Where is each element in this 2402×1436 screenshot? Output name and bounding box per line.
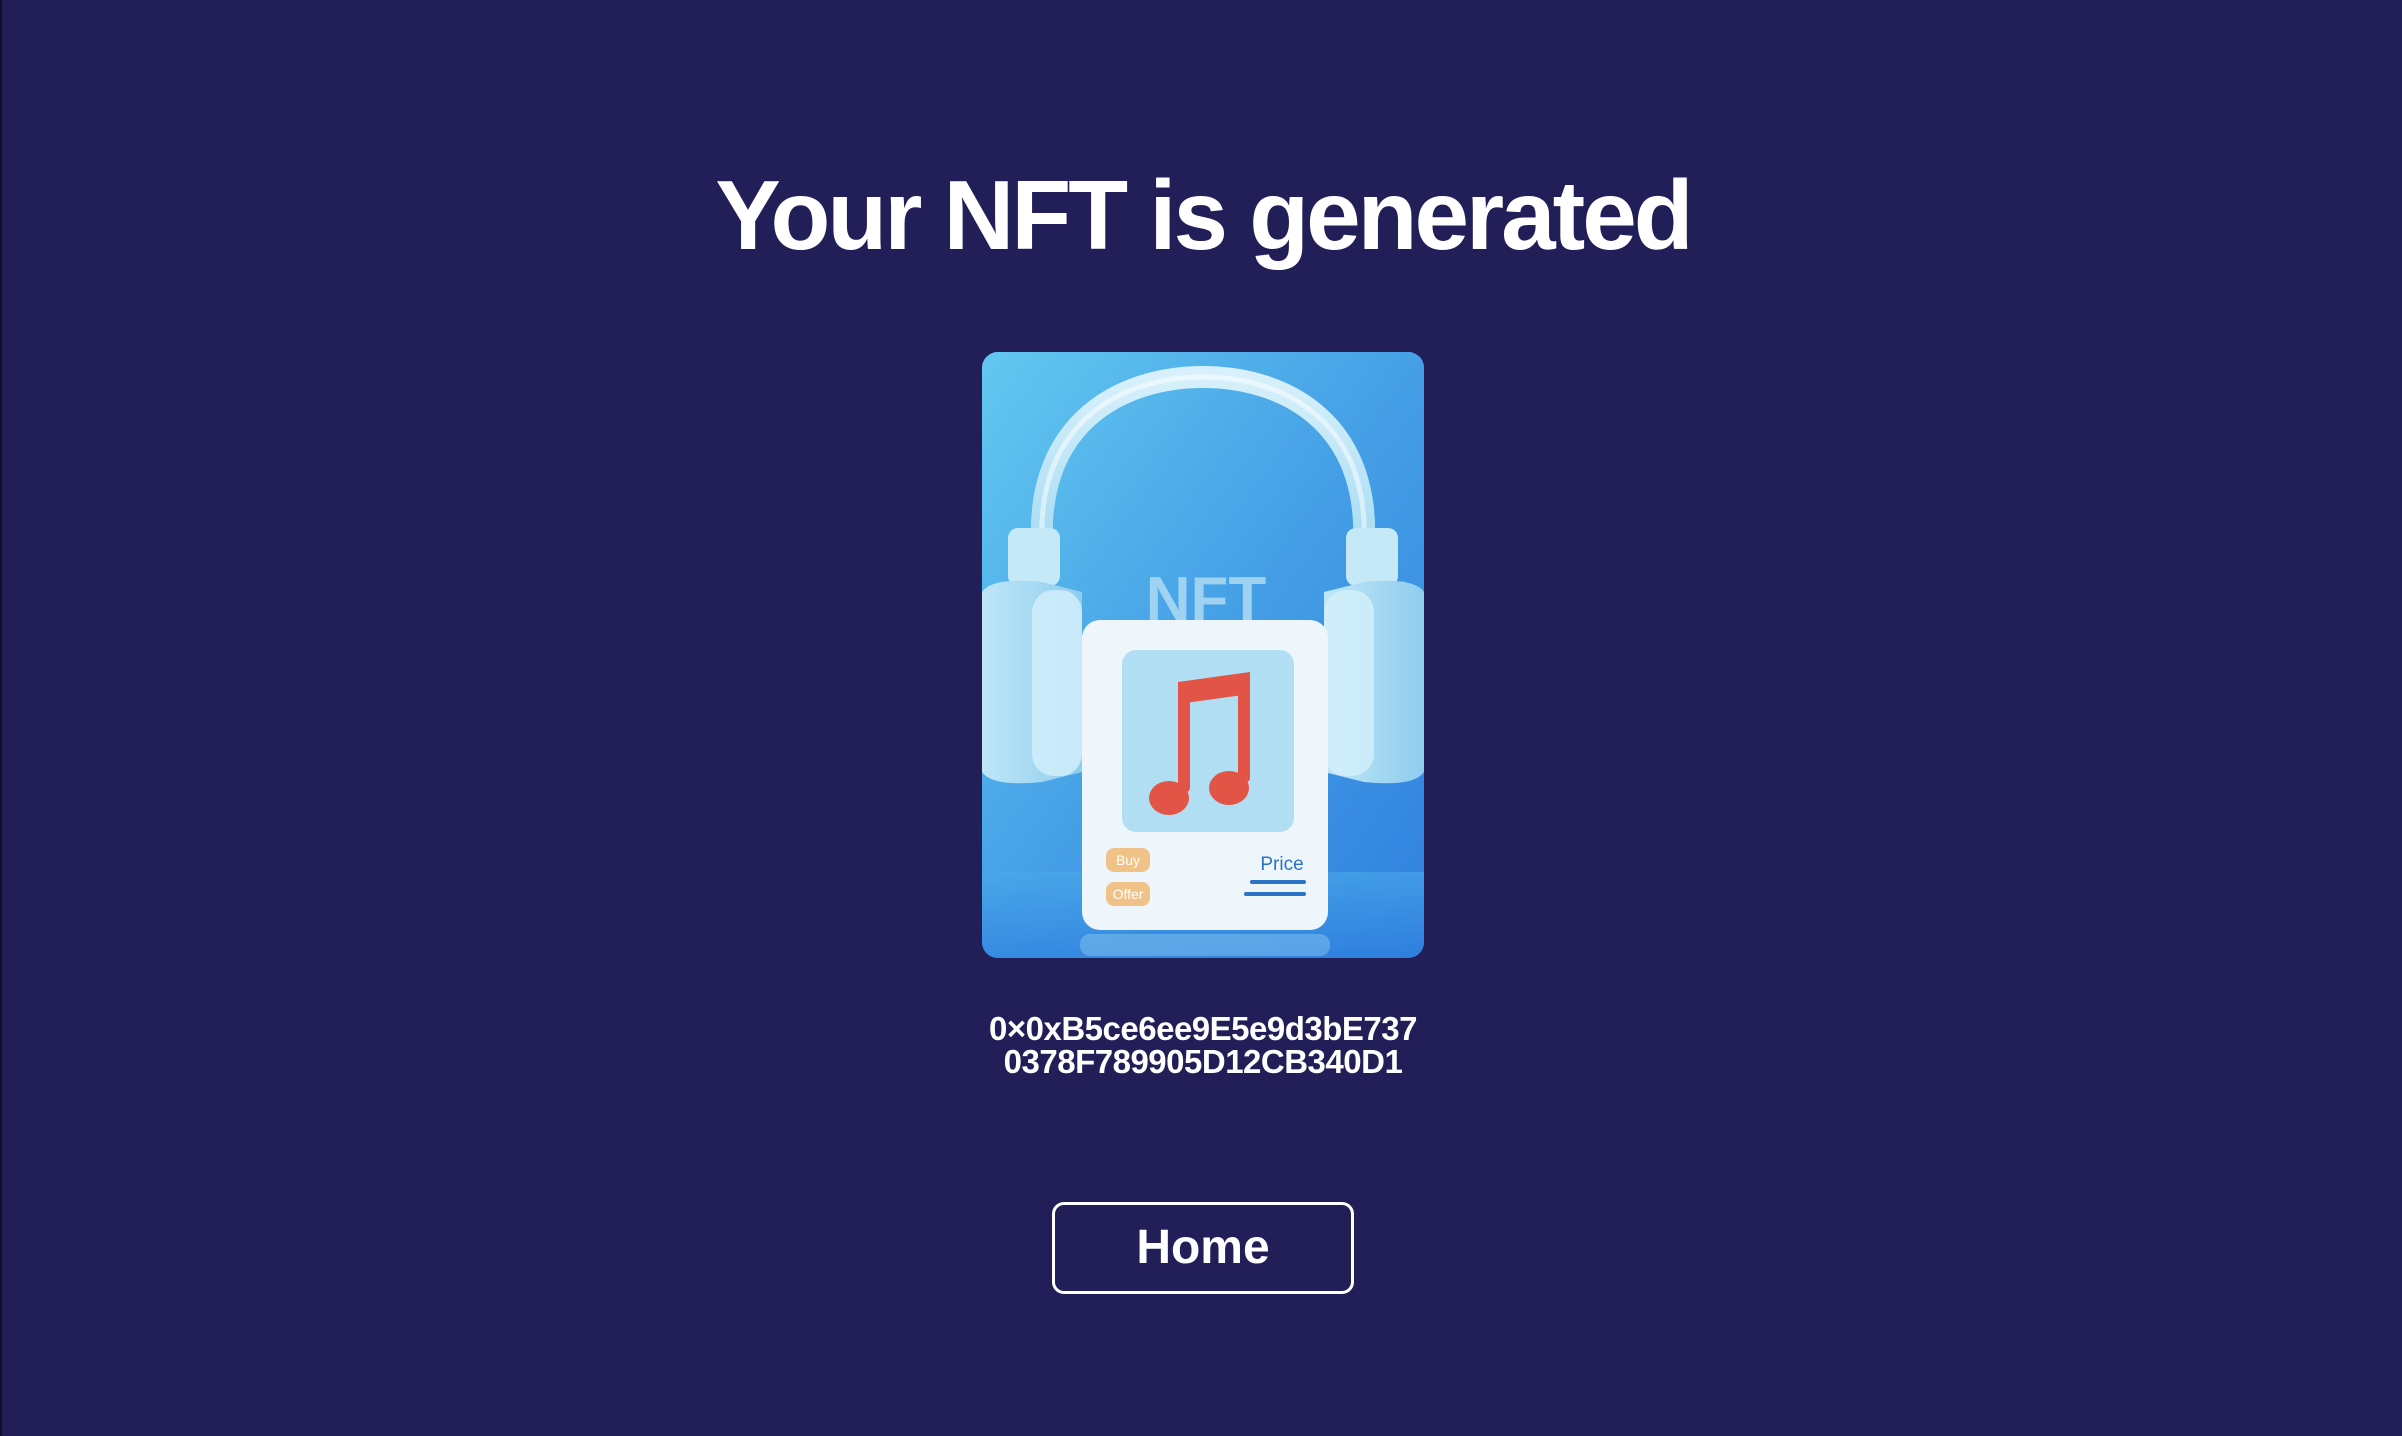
nft-generated-page: Your NFT is generated NFT Buy Offer Pric… [0,0,2402,1436]
nft-image: NFT Buy Offer Price [982,352,1424,958]
nft-address-line-2: 0378F789905D12CB340D1 [1003,1043,1403,1080]
page-title: Your NFT is generated [715,160,1693,270]
music-card: Buy Offer Price [1082,620,1328,930]
offer-label: Offer [1113,886,1144,902]
nft-address: 0×0xB5ce6ee9E5e9d3bE737 0378F789905D12CB… [903,1012,1503,1078]
buy-label: Buy [1116,852,1140,868]
nft-address-line-1: 0×0xB5ce6ee9E5e9d3bE737 [989,1010,1417,1047]
home-button[interactable]: Home [1052,1202,1354,1294]
price-label: Price [1260,854,1303,875]
